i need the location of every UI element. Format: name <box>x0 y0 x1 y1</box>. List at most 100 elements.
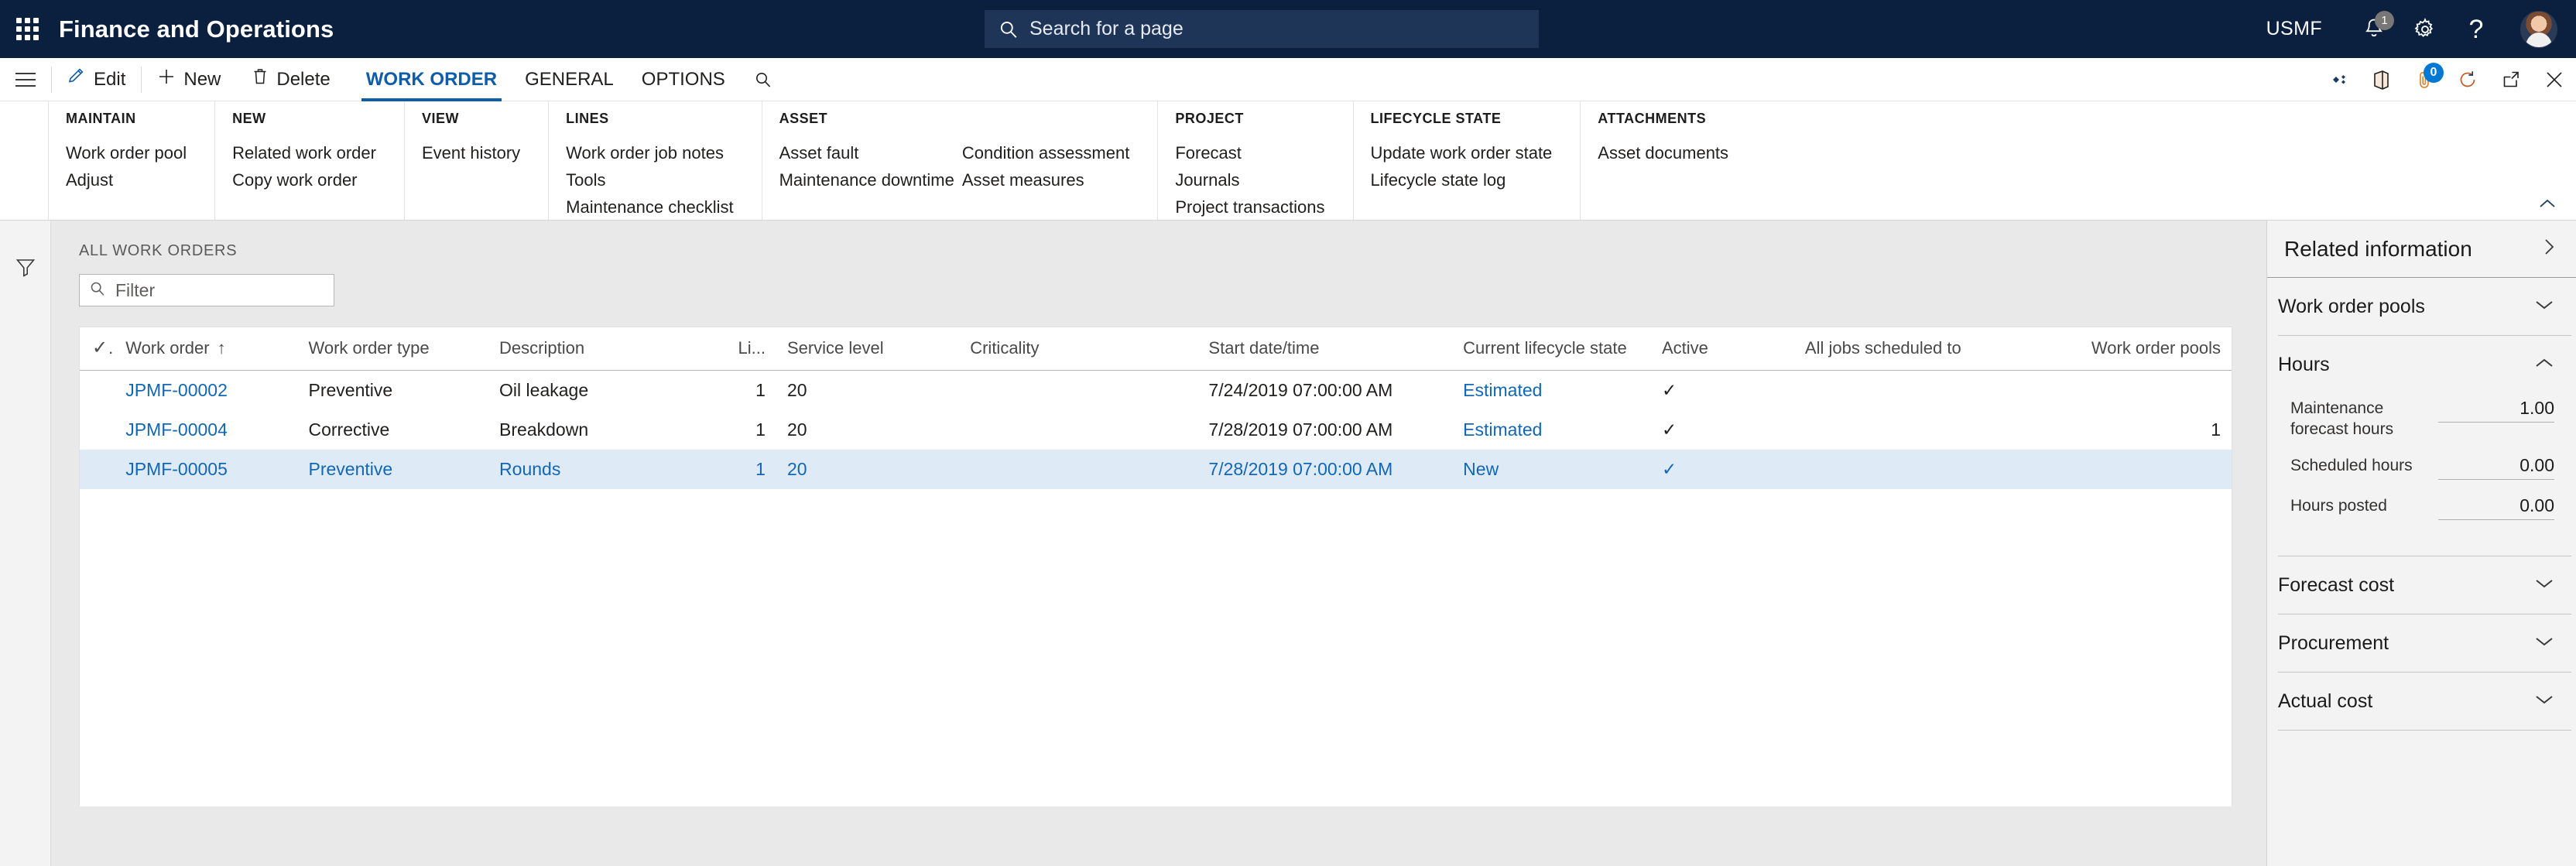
cell-work-order-pools <box>2049 371 2232 411</box>
pane-field-input[interactable]: 1.00 <box>2438 398 2554 423</box>
chevron-up-icon[interactable] <box>2534 357 2554 373</box>
ribbon-item-lifecycle-state-log[interactable]: Lifecycle state log <box>1371 168 1560 193</box>
column-header-lifecycle-state[interactable]: Current lifecycle state <box>1452 327 1651 371</box>
delete-button[interactable]: Delete <box>236 58 345 101</box>
help-button[interactable]: ? <box>2451 0 2502 58</box>
ribbon-item-adjust[interactable]: Adjust <box>66 168 194 193</box>
delete-button-label: Delete <box>276 68 331 90</box>
cell-value[interactable]: JPMF-00005 <box>125 459 228 479</box>
pane-section-header[interactable]: Procurement <box>2278 614 2571 672</box>
table-row[interactable]: JPMF-00005 Preventive Rounds 1 20 7/28/2019 0… <box>80 450 2232 489</box>
bottom-content <box>51 832 2266 866</box>
select-all-checkbox[interactable]: ✓ <box>80 327 115 371</box>
pane-section-header[interactable]: Hours <box>2278 336 2571 393</box>
pane-section-header[interactable]: Work order pools <box>2278 278 2571 335</box>
column-header-active[interactable]: Active <box>1651 327 1794 371</box>
column-header-all-jobs-scheduled-to[interactable]: All jobs scheduled to <box>1793 327 2049 371</box>
ribbon-item-event-history[interactable]: Event history <box>422 141 528 166</box>
ribbon-item-tools[interactable]: Tools <box>566 168 741 193</box>
cell-value: 7/28/2019 07:00:00 AM <box>1208 459 1393 479</box>
pane-section-header[interactable]: Actual cost <box>2278 673 2571 730</box>
row-checkbox[interactable] <box>80 450 115 489</box>
column-header-lines[interactable]: Li... <box>718 327 776 371</box>
cell-service-level: 20 <box>776 371 959 411</box>
ribbon-item-work-order-pool[interactable]: Work order pool <box>66 141 194 166</box>
company-selector[interactable]: USMF <box>2266 18 2322 40</box>
chevron-down-icon[interactable] <box>2534 635 2554 652</box>
office-icon[interactable] <box>2359 58 2403 101</box>
refresh-icon[interactable] <box>2446 58 2489 101</box>
collapse-ribbon-icon[interactable] <box>2531 190 2564 217</box>
power-bi-icon[interactable] <box>2316 58 2359 101</box>
cell-lifecycle-state: Estimated <box>1452 371 1651 411</box>
chevron-right-icon[interactable] <box>2540 237 2557 261</box>
pane-field-input[interactable]: 0.00 <box>2438 455 2554 480</box>
work-orders-grid[interactable]: ✓ Work order ↑ Work order type Description Li… <box>79 327 2232 806</box>
cell-description: Rounds <box>488 450 719 489</box>
column-header-service-level[interactable]: Service level <box>776 327 960 371</box>
open-in-new-window-icon[interactable] <box>2489 58 2533 101</box>
plus-icon <box>157 67 176 91</box>
ribbon-item-forecast[interactable]: Forecast <box>1175 141 1332 166</box>
ribbon-group-attachments: ATTACHMENTS Asset documents <box>1580 101 1756 220</box>
settings-button[interactable] <box>2400 0 2451 58</box>
cell-lifecycle-state: New <box>1452 450 1651 489</box>
ribbon-item-related-work-order[interactable]: Related work order <box>232 141 384 166</box>
close-icon[interactable] <box>2533 58 2576 101</box>
column-header-work-order-type[interactable]: Work order type <box>297 327 489 371</box>
navigation-menu-icon[interactable] <box>0 58 51 101</box>
table-row[interactable]: JPMF-00002 Preventive Oil leakage 1 20 7/24/2… <box>80 370 2232 411</box>
cell-value[interactable]: Estimated <box>1463 380 1542 400</box>
quick-filter-input[interactable]: Filter <box>79 274 334 306</box>
ribbon-group-maintain: MAINTAIN Work order pool Adjust <box>48 101 214 220</box>
cell-all-jobs-scheduled-to <box>1794 371 2049 411</box>
ribbon-group-new: NEW Related work order Copy work order <box>214 101 404 220</box>
row-checkbox[interactable] <box>80 371 115 411</box>
ribbon-item-maintenance-downtime[interactable]: Maintenance downtime <box>779 168 962 193</box>
edit-button[interactable]: Edit <box>52 58 141 101</box>
filter-pane-icon[interactable] <box>15 256 36 282</box>
column-header-start-datetime[interactable]: Start date/time <box>1197 327 1453 371</box>
table-row[interactable]: JPMF-00004 Corrective Breakdown 1 20 7/28/201… <box>80 410 2232 450</box>
chevron-down-icon[interactable] <box>2534 693 2554 710</box>
ribbon-item-project-transactions[interactable]: Project transactions <box>1175 195 1332 220</box>
ribbon-item-update-work-order-state[interactable]: Update work order state <box>1371 141 1560 166</box>
attachments-button[interactable]: 0 <box>2403 58 2446 101</box>
notifications-button[interactable]: 1 <box>2348 0 2400 58</box>
global-search-placeholder: Search for a page <box>1029 18 1184 39</box>
ribbon-item-work-order-job-notes[interactable]: Work order job notes <box>566 141 741 166</box>
pane-field-input[interactable]: 0.00 <box>2438 495 2554 520</box>
cell-value[interactable]: New <box>1463 459 1499 479</box>
pane-section-title: Work order pools <box>2278 295 2425 317</box>
chevron-down-icon[interactable] <box>2534 299 2554 315</box>
ribbon-item-maintenance-checklist[interactable]: Maintenance checklist <box>566 195 741 220</box>
ribbon-item-journals[interactable]: Journals <box>1175 168 1332 193</box>
column-header-criticality[interactable]: Criticality <box>959 327 1198 371</box>
ribbon-item-asset-documents[interactable]: Asset documents <box>1598 141 1736 166</box>
global-search-input[interactable]: Search for a page <box>985 10 1539 48</box>
user-avatar[interactable] <box>2520 10 2557 48</box>
column-header-description[interactable]: Description <box>488 327 719 371</box>
tab-work-order[interactable]: WORK ORDER <box>352 58 511 101</box>
cell-value[interactable]: JPMF-00002 <box>125 380 228 400</box>
row-checkbox[interactable] <box>80 410 115 450</box>
filter-rail <box>0 221 51 832</box>
column-header-work-order-pools[interactable]: Work order pools <box>2048 327 2232 371</box>
cell-start-datetime: 7/28/2019 07:00:00 AM <box>1197 450 1452 489</box>
command-search-icon[interactable] <box>739 58 787 101</box>
ribbon-item-condition-assessment[interactable]: Condition assessment <box>962 141 1137 166</box>
ribbon-item-asset-fault[interactable]: Asset fault <box>779 141 962 166</box>
new-button[interactable]: New <box>142 58 236 101</box>
chevron-down-icon[interactable] <box>2534 577 2554 594</box>
pane-section-header[interactable]: Forecast cost <box>2278 556 2571 614</box>
ribbon-item-copy-work-order[interactable]: Copy work order <box>232 168 384 193</box>
tab-general[interactable]: GENERAL <box>511 58 628 101</box>
tab-options[interactable]: OPTIONS <box>628 58 739 101</box>
column-header-work-order[interactable]: Work order ↑ <box>115 327 298 371</box>
app-launcher-icon[interactable] <box>14 16 40 43</box>
cell-value[interactable]: JPMF-00004 <box>125 419 228 440</box>
ribbon-item-asset-measures[interactable]: Asset measures <box>962 168 1137 193</box>
cell-value[interactable]: Estimated <box>1463 419 1542 440</box>
related-information-header[interactable]: Related information <box>2267 221 2576 278</box>
cell-value: 1 <box>755 419 766 440</box>
